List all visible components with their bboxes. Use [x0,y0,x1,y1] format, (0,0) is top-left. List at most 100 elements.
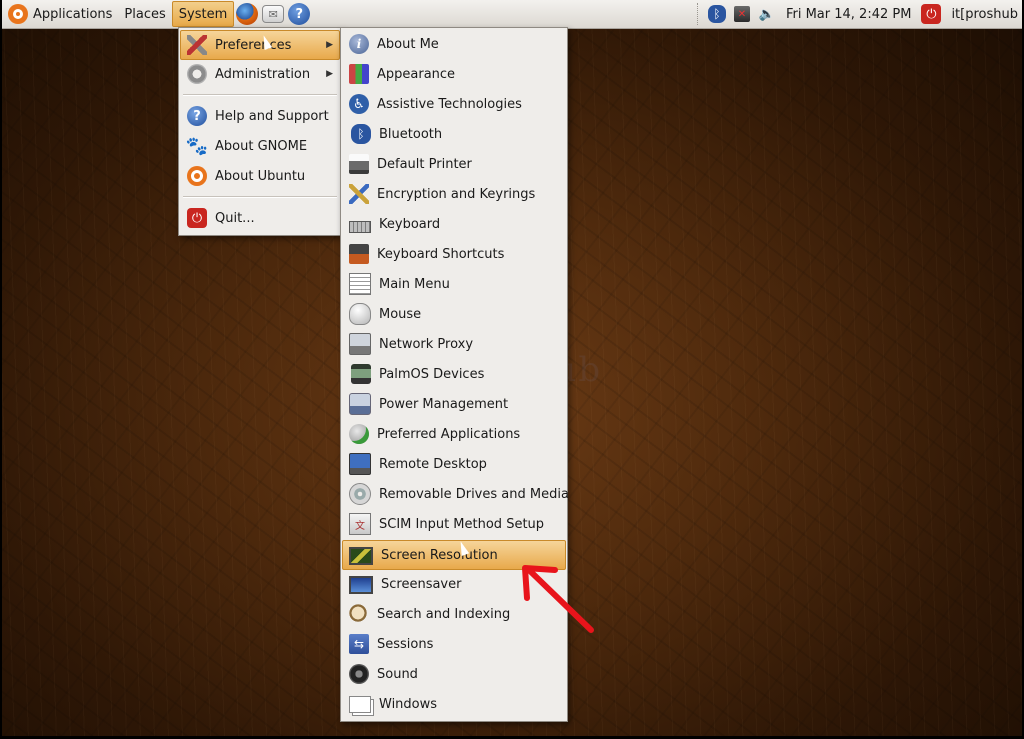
menu-item-bluetooth[interactable]: ᛒ Bluetooth [343,120,565,148]
preferred-applications-icon [349,424,369,444]
mail-launcher-icon[interactable]: ✉ [262,5,285,23]
places-label: Places [124,6,166,22]
help-icon: ? [187,106,207,126]
user-switcher[interactable]: it[proshub [945,7,1022,22]
menu-separator [183,94,337,96]
screen-frame [0,0,2,739]
menu-item-label: Network Proxy [379,336,474,352]
screen-resolution-icon [349,547,373,565]
menu-item-label: Power Management [379,396,509,412]
menu-item-label: About GNOME [215,138,308,154]
remote-desktop-icon [349,453,371,475]
network-tray-icon[interactable]: ✕ [733,6,750,22]
menu-item-label: PalmOS Devices [379,366,485,382]
menu-item-quit[interactable]: ⏻ Quit... [181,204,339,232]
menu-item-label: Help and Support [215,108,329,124]
menu-item-assistive-technologies[interactable]: ♿ Assistive Technologies [343,90,565,118]
menu-item-label: Assistive Technologies [377,96,522,112]
menu-item-default-printer[interactable]: Default Printer [343,150,565,178]
help-launcher-icon[interactable]: ? [288,3,311,25]
menu-item-label: Screensaver [381,576,462,592]
applications-menu[interactable]: Applications [2,1,118,27]
annotation-arrow-icon [522,565,594,633]
menu-item-administration[interactable]: Administration ▶ [181,60,339,88]
clock[interactable]: Fri Mar 14, 2:42 PM [780,7,917,22]
menu-item-removable-drives[interactable]: Removable Drives and Media [343,480,569,508]
menu-item-label: Default Printer [377,156,472,172]
power-management-icon [349,393,371,415]
menu-item-label: Keyboard Shortcuts [377,246,505,262]
menu-item-preferences[interactable]: Preferences ▶ [180,30,340,60]
menu-item-about-ubuntu[interactable]: About Ubuntu [181,162,339,190]
menu-item-about-gnome[interactable]: 🐾 About GNOME [181,132,339,160]
menu-item-label: Keyboard [379,216,441,232]
menu-item-label: Appearance [377,66,456,82]
menu-separator [183,196,337,198]
menu-item-remote-desktop[interactable]: Remote Desktop [343,450,565,478]
search-indexing-icon [349,604,369,624]
keyboard-icon [349,221,371,233]
power-button-icon[interactable]: ⏻ [921,4,942,24]
menu-item-label: Remote Desktop [379,456,487,472]
menu-item-scim-input-method[interactable]: 文 SCIM Input Method Setup [343,510,565,538]
menu-item-label: Mouse [379,306,422,322]
menu-item-keyboard-shortcuts[interactable]: Keyboard Shortcuts [343,240,565,268]
menu-item-label: Sessions [377,636,434,652]
menu-item-label: Removable Drives and Media [379,486,569,502]
menu-item-label: About Me [377,36,439,52]
menu-item-about-me[interactable]: i About Me [343,30,565,58]
keyboard-shortcuts-icon [349,244,369,264]
menu-item-help-and-support[interactable]: ? Help and Support [181,102,339,130]
firefox-launcher-icon[interactable] [236,3,259,25]
top-panel: Applications Places System ✉ ? ᛒ ✕ 🔈 Fri… [2,0,1022,29]
places-menu[interactable]: Places [118,1,171,27]
notification-area: ᛒ ✕ 🔈 Fri Mar 14, 2:42 PM ⏻ it[proshub [693,0,1022,28]
menu-item-mouse[interactable]: Mouse [343,300,565,328]
gear-icon [187,64,207,84]
menu-item-label: SCIM Input Method Setup [379,516,545,532]
windows-icon [349,695,371,713]
mouse-icon [349,303,371,325]
network-proxy-icon [349,333,371,355]
accessibility-icon: ♿ [349,94,369,114]
main-menu-icon [349,273,371,295]
menu-item-label: Screen Resolution [381,547,498,563]
menu-item-palmos-devices[interactable]: PalmOS Devices [343,360,565,388]
quit-icon: ⏻ [187,208,207,228]
menu-item-network-proxy[interactable]: Network Proxy [343,330,565,358]
menu-item-encryption-keyrings[interactable]: Encryption and Keyrings [343,180,565,208]
menu-item-label: Quit... [215,210,255,226]
bluetooth-icon: ᛒ [351,124,371,144]
keyrings-icon [349,184,369,204]
menu-item-main-menu[interactable]: Main Menu [343,270,565,298]
sessions-icon: ⇆ [349,634,369,654]
bluetooth-tray-icon[interactable]: ᛒ [707,5,726,23]
menu-item-label: Main Menu [379,276,450,292]
menu-item-label: Search and Indexing [377,606,511,622]
menu-item-keyboard[interactable]: Keyboard [343,210,565,238]
menu-item-preferred-applications[interactable]: Preferred Applications [343,420,565,448]
gnome-foot-icon: 🐾 [185,135,209,157]
about-me-icon: i [349,34,369,54]
scim-icon: 文 [349,513,371,535]
submenu-arrow-icon: ▶ [326,69,333,79]
menu-item-windows[interactable]: Windows [343,690,565,718]
menu-item-label: Preferred Applications [377,426,521,442]
menu-item-sound[interactable]: Sound [343,660,565,688]
menu-item-power-management[interactable]: Power Management [343,390,565,418]
sound-icon [349,664,369,684]
screensaver-icon [349,576,373,594]
removable-drive-icon [349,483,371,505]
menu-item-label: Administration [215,66,311,82]
menu-item-appearance[interactable]: Appearance [343,60,565,88]
system-dropdown: Preferences ▶ Administration ▶ ? Help an… [178,27,342,236]
menu-item-label: Preferences [215,37,292,53]
system-label: System [178,6,228,22]
printer-icon [349,154,369,174]
menu-item-label: Bluetooth [379,126,443,142]
system-menu[interactable]: System [171,1,235,27]
menu-item-label: Encryption and Keyrings [377,186,536,202]
menu-item-label: Sound [377,666,418,682]
appearance-icon [349,64,369,84]
volume-icon[interactable]: 🔈 [758,5,776,23]
